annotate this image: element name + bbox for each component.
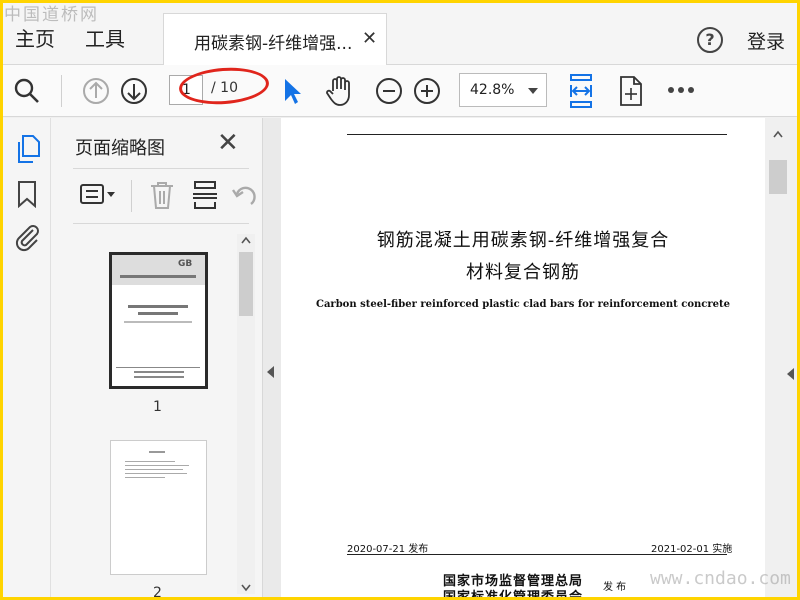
thumbnail-text-line bbox=[134, 376, 184, 378]
panel-collapse-handle[interactable] bbox=[263, 118, 281, 597]
scroll-up-icon[interactable] bbox=[241, 236, 251, 244]
document-title-line-1: 钢筋混凝土用碳素钢-纤维增强复合 bbox=[376, 230, 670, 251]
thumbnail-options-icon[interactable] bbox=[79, 182, 119, 208]
close-panel-icon[interactable]: ✕ bbox=[217, 128, 239, 158]
panel-divider bbox=[73, 223, 249, 224]
page-top-rule bbox=[347, 134, 727, 135]
chevron-left-icon bbox=[267, 366, 274, 378]
page-thumbnails-icon[interactable] bbox=[13, 134, 41, 164]
thumbnail-text-line bbox=[125, 461, 175, 462]
thumbnail-text-line bbox=[125, 477, 165, 478]
publish-label: 发 布 bbox=[603, 582, 627, 593]
app-window: 主页 工具 用碳素钢-纤维增强... ✕ ? 登录 1 / 10 42.8% 页… bbox=[3, 3, 797, 597]
thumbnail-text-line bbox=[125, 465, 189, 466]
close-tab-icon[interactable]: ✕ bbox=[362, 28, 377, 49]
document-page: 钢筋混凝土用碳素钢-纤维增强复合 材料复合钢筋 Carbon steel-fib… bbox=[281, 118, 765, 597]
watermark-bottom-right: www.cndao.com bbox=[650, 568, 791, 589]
attachment-icon[interactable] bbox=[13, 222, 41, 252]
toolbar-divider bbox=[61, 75, 62, 107]
thumbnail-text-line bbox=[128, 305, 188, 308]
thumbnail-page-number: 2 bbox=[153, 585, 162, 597]
zoom-level-value: 42.8% bbox=[470, 82, 515, 98]
page-thumbnail-2[interactable] bbox=[110, 440, 207, 575]
thumbnail-text-line bbox=[120, 275, 196, 278]
issuer-line-2: 国家标准化管理委员会 bbox=[443, 586, 583, 597]
release-date: 2020-07-21 发布 bbox=[347, 544, 429, 555]
implementation-date: 2021-02-01 实施 bbox=[651, 544, 733, 555]
page-thumbnail-1[interactable]: GB bbox=[109, 252, 208, 389]
thumbnail-text-line bbox=[124, 321, 192, 323]
page-bottom-rule bbox=[347, 554, 727, 555]
previous-page-icon[interactable] bbox=[82, 77, 110, 105]
thumbnail-text-line bbox=[125, 469, 183, 470]
undo-icon[interactable] bbox=[231, 180, 257, 210]
help-icon[interactable]: ? bbox=[697, 27, 723, 53]
home-tab[interactable]: 主页 bbox=[15, 23, 55, 52]
zoom-level-select[interactable]: 42.8% bbox=[459, 73, 547, 107]
bookmark-icon[interactable] bbox=[16, 180, 38, 208]
thumbnail-text-line bbox=[116, 367, 200, 368]
more-options-icon[interactable] bbox=[667, 85, 697, 95]
document-scrollbar[interactable] bbox=[765, 118, 797, 597]
panel-toolbar-divider bbox=[131, 180, 132, 212]
thumbnails-panel: 页面缩略图 ✕ GB 1 2 bbox=[51, 118, 263, 597]
trash-icon[interactable] bbox=[149, 180, 175, 210]
tab-bar: 主页 工具 用碳素钢-纤维增强... ✕ ? 登录 bbox=[3, 3, 797, 65]
scroll-up-icon[interactable] bbox=[773, 130, 783, 138]
watermark-top-left: 中国道桥网 bbox=[4, 5, 99, 25]
thumbnail-scrollbar[interactable] bbox=[237, 234, 255, 594]
search-icon[interactable] bbox=[13, 77, 41, 105]
thumbnail-text-line bbox=[149, 451, 165, 453]
scroll-down-icon[interactable] bbox=[241, 584, 251, 592]
left-icon-strip bbox=[3, 118, 51, 597]
thumbnail-text-line bbox=[134, 371, 184, 373]
tools-tab[interactable]: 工具 bbox=[85, 23, 125, 52]
thumbnail-page-number: 1 bbox=[153, 399, 162, 415]
chevron-left-icon[interactable] bbox=[787, 368, 795, 380]
scrollbar-thumb[interactable] bbox=[769, 160, 787, 194]
fit-page-icon[interactable] bbox=[567, 73, 595, 109]
login-button[interactable]: 登录 bbox=[747, 27, 785, 54]
next-page-icon[interactable] bbox=[120, 77, 148, 105]
gb-logo: GB bbox=[178, 259, 193, 269]
insert-page-icon[interactable] bbox=[191, 180, 219, 210]
zoom-out-icon[interactable] bbox=[375, 77, 403, 105]
document-title-line-2: 材料复合钢筋 bbox=[466, 262, 580, 283]
hand-tool-icon[interactable] bbox=[325, 75, 355, 107]
rotate-view-icon[interactable] bbox=[617, 75, 645, 107]
zoom-in-icon[interactable] bbox=[413, 77, 441, 105]
scrollbar-thumb[interactable] bbox=[239, 252, 253, 316]
panel-title: 页面缩略图 bbox=[75, 138, 165, 159]
document-tab[interactable]: 用碳素钢-纤维增强... ✕ bbox=[163, 13, 387, 65]
panel-divider bbox=[73, 168, 249, 169]
select-cursor-icon[interactable] bbox=[283, 77, 303, 105]
thumbnail-text-line bbox=[125, 473, 187, 474]
document-english-title: Carbon steel-fiber reinforced plastic cl… bbox=[315, 299, 731, 310]
document-tab-title: 用碳素钢-纤维增强... bbox=[194, 34, 353, 54]
toolbar: 1 / 10 42.8% bbox=[3, 65, 797, 117]
thumbnail-text-line bbox=[138, 312, 178, 315]
chevron-down-icon bbox=[528, 88, 538, 94]
